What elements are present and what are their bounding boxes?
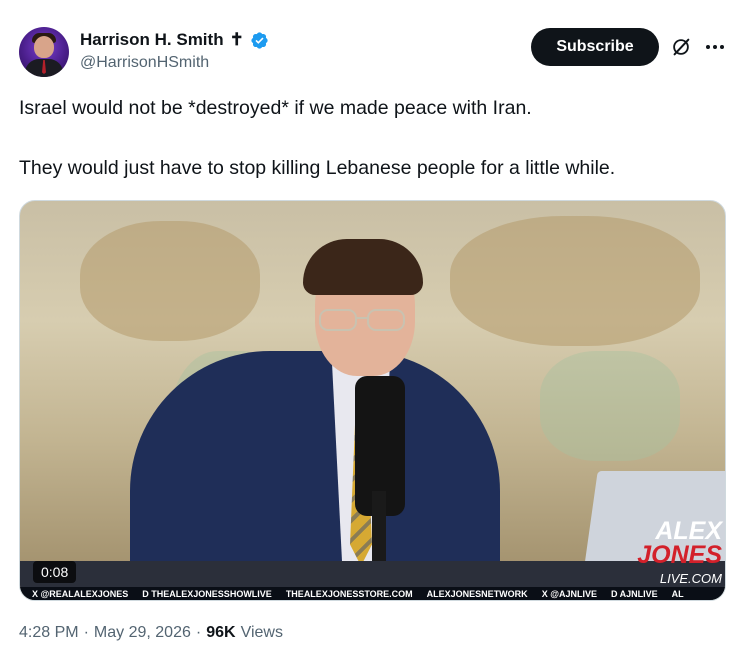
tweet-paragraph: They would just have to stop killing Leb…: [19, 157, 616, 179]
avatar-head: [34, 36, 54, 58]
meta-separator: ·: [195, 624, 202, 641]
ticker-item: X @REALALEXJONES: [32, 589, 129, 599]
ticker-item: THEALEXJONESSTORE.COM: [285, 589, 413, 599]
grok-icon[interactable]: [670, 36, 692, 58]
tweet-paragraph: Israel would not be *destroyed* if we ma…: [19, 97, 532, 119]
map-continent: [450, 216, 700, 346]
author-avatar[interactable]: [19, 27, 69, 77]
presenter-hair: [303, 239, 423, 295]
tweet-meta: 4:28 PM · May 29, 2026 · 96K Views: [19, 624, 283, 642]
verified-badge-icon: [251, 31, 268, 49]
tweet-text: Israel would not be *destroyed* if we ma…: [19, 96, 719, 180]
author-handle[interactable]: @HarrisonHSmith: [80, 54, 209, 72]
alex-jones-logo: ALEX JONES LIVE.COM: [572, 519, 722, 591]
more-dot: [720, 45, 724, 49]
author-display-name[interactable]: Harrison H. Smith: [80, 30, 224, 50]
video-ticker: X @REALALEXJONES D THEALEXJONESSHOWLIVE …: [20, 587, 725, 600]
more-dot: [713, 45, 717, 49]
cross-symbol: ✝: [229, 30, 244, 49]
author-name-row[interactable]: Harrison H. Smith ✝: [80, 29, 269, 51]
views-label: Views: [240, 624, 283, 641]
more-icon[interactable]: [704, 36, 726, 58]
ticker-item: D AJNLIVE: [610, 589, 658, 599]
ticker-item: D THEALEXJONESSHOWLIVE: [142, 589, 272, 599]
logo-line-1: ALEX: [655, 517, 722, 545]
video-player[interactable]: ALEX JONES LIVE.COM 0:08 X @REALALEXJONE…: [19, 200, 726, 601]
ticker-item: ALEXJONESNETWORK: [426, 589, 528, 599]
ticker-item: X @AJNLIVE: [541, 589, 597, 599]
tweet-date[interactable]: May 29, 2026: [94, 624, 191, 642]
ticker-item: AL: [671, 589, 684, 599]
tweet-time[interactable]: 4:28 PM: [19, 624, 79, 642]
logo-line-2: JONES: [637, 541, 722, 569]
more-dot: [706, 45, 710, 49]
map-continent: [540, 351, 680, 461]
video-timecode: 0:08: [33, 561, 77, 583]
meta-separator: ·: [83, 624, 89, 641]
views-count: 96K: [206, 624, 236, 641]
subscribe-button[interactable]: Subscribe: [531, 28, 659, 66]
glasses-icon: [319, 309, 405, 331]
map-continent: [80, 221, 260, 341]
